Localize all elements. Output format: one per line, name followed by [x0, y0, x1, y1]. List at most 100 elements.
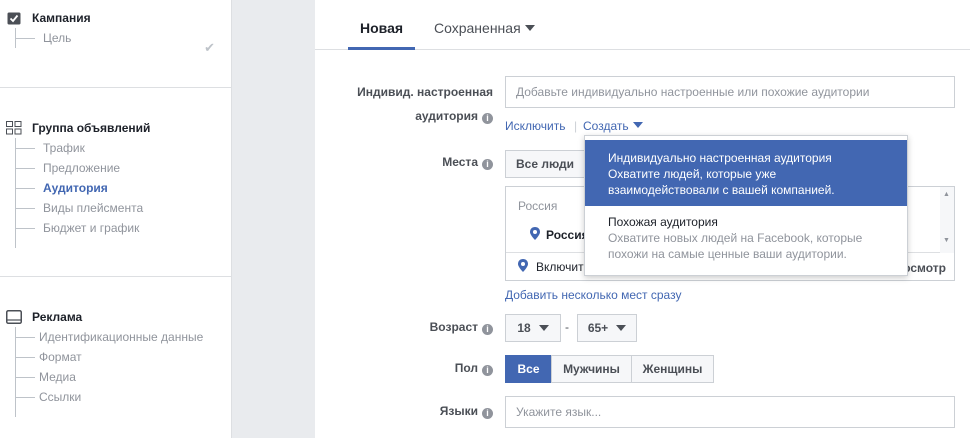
add-many-places-link[interactable]: Добавить несколько мест сразу — [505, 288, 681, 302]
browse-button[interactable]: осмотр — [903, 261, 946, 275]
places-label: Места i — [442, 155, 493, 170]
section-adset[interactable]: Группа объявлений — [6, 120, 150, 136]
places-list-header: Россия — [518, 199, 558, 213]
select-value: 18 — [517, 321, 531, 335]
gender-men-button[interactable]: Мужчины — [551, 355, 632, 383]
sidebar-item-offer[interactable]: Предложение — [16, 158, 143, 178]
menu-item-title: Похожая аудитория — [608, 215, 718, 229]
exclude-link[interactable]: Исключить — [505, 119, 565, 133]
check-icon: ✔ — [204, 40, 215, 55]
tab-saved[interactable]: Сохраненная — [434, 20, 535, 50]
menu-item-desc: взаимодействовали с вашей компанией. — [608, 183, 835, 197]
menu-item-desc: Охватите людей, которые уже — [608, 167, 777, 181]
caret-down-icon — [524, 25, 535, 31]
adset-tree: Трафик Предложение Аудитория Виды плейсм… — [15, 138, 143, 248]
divider — [0, 87, 231, 88]
custom-audience-input[interactable]: Добавьте индивидуально настроенные или п… — [505, 76, 955, 108]
button-label: Все — [517, 362, 540, 376]
sidebar-item-budget[interactable]: Бюджет и график — [16, 218, 143, 238]
label-text: Языки — [439, 404, 478, 418]
sidebar-item-label: Виды плейсмента — [43, 201, 144, 215]
label-line: Индивид. настроенная — [357, 85, 493, 99]
section-campaign[interactable]: Кампания — [6, 10, 91, 26]
divider — [0, 276, 231, 277]
tab-new[interactable]: Новая — [348, 20, 416, 50]
button-label: Женщины — [642, 362, 703, 376]
sidebar-item-format[interactable]: Формат — [16, 347, 203, 367]
caret-down-icon — [632, 122, 643, 128]
label-text: Возраст — [429, 320, 478, 334]
menu-item-desc: похожи на самые ценные ваши аудитории. — [608, 247, 847, 261]
menu-item-custom-audience[interactable]: Индивидуально настроенная аудитория Охва… — [585, 140, 907, 206]
sidebar-item-placements[interactable]: Виды плейсмента — [16, 198, 143, 218]
sidebar-item-label: Бюджет и график — [43, 221, 140, 235]
button-label: Все люди — [516, 157, 575, 171]
sidebar-item-label: Ссылки — [39, 390, 82, 404]
info-icon[interactable]: i — [482, 365, 493, 376]
age-dash: - — [565, 320, 569, 334]
tab-bar: Новая Сохраненная — [315, 0, 970, 50]
sidebar-item-label: Цель — [43, 31, 72, 45]
section-title: Кампания — [32, 11, 91, 25]
gender-label: Пол i — [455, 361, 493, 376]
select-value: 65+ — [587, 321, 609, 335]
sidebar-item-links[interactable]: Ссылки — [16, 387, 203, 407]
menu-item-title: Индивидуально настроенная аудитория — [608, 151, 832, 165]
sidebar-item-traffic[interactable]: Трафик — [16, 138, 143, 158]
section-ad[interactable]: Реклама — [6, 309, 82, 325]
custom-audience-label: Индивид. настроенная аудитория i — [323, 80, 493, 128]
create-link[interactable]: Создать — [583, 119, 643, 133]
info-icon[interactable]: i — [482, 324, 493, 335]
sidebar-item-identity[interactable]: Идентификационные данные — [16, 327, 203, 347]
sidebar-item-goal[interactable]: Цель — [16, 28, 226, 48]
sidebar-item-label: Медиа — [39, 370, 76, 384]
languages-input[interactable]: Укажите язык... — [505, 396, 955, 428]
input-placeholder: Добавьте индивидуально настроенные или п… — [516, 85, 870, 99]
languages-label: Языки i — [440, 404, 493, 419]
places-list-item[interactable]: Россия — [546, 228, 589, 242]
gender-all-button[interactable]: Все — [505, 355, 552, 383]
sidebar-item-label: Аудитория — [43, 181, 108, 195]
ad-tree: Идентификационные данные Формат Медиа Сс… — [15, 327, 203, 417]
section-title: Группа объявлений — [32, 121, 151, 135]
sidebar-item-label: Трафик — [43, 141, 85, 155]
label-text: Пол — [454, 361, 478, 375]
label-text: Места — [442, 155, 478, 169]
places-audience-button[interactable]: Все люди — [505, 150, 585, 178]
age-label: Возраст i — [430, 320, 493, 335]
info-icon[interactable]: i — [482, 159, 493, 170]
pin-icon — [518, 259, 528, 275]
scroll-up-icon[interactable]: ▲ — [943, 191, 950, 198]
sidebar-item-media[interactable]: Медиа — [16, 367, 203, 387]
menu-item-lookalike-audience[interactable]: Похожая аудитория Охватите новых людей н… — [585, 208, 907, 268]
include-dropdown[interactable]: Включит — [536, 260, 584, 274]
checkbox-icon — [6, 10, 22, 26]
input-placeholder: Укажите язык... — [516, 405, 602, 419]
create-label: Создать — [583, 119, 629, 133]
tab-label: Новая — [360, 20, 404, 36]
scroll-down-icon[interactable]: ▼ — [943, 237, 950, 244]
sidebar: Кампания Цель ✔ Группа объявлений Трафик… — [0, 0, 232, 438]
pin-icon — [530, 227, 540, 243]
tab-label: Сохраненная — [434, 20, 521, 36]
campaign-tree: Цель — [15, 28, 226, 48]
menu-item-desc: Охватите новых людей на Facebook, которы… — [608, 231, 863, 245]
button-label: Мужчины — [563, 362, 620, 376]
info-icon[interactable]: i — [482, 113, 493, 124]
gender-women-button[interactable]: Женщины — [631, 355, 714, 383]
age-to-select[interactable]: 65+ — [577, 314, 637, 342]
sidebar-item-label: Предложение — [43, 161, 121, 175]
create-audience-dropdown: Индивидуально настроенная аудитория Охва… — [584, 135, 908, 276]
sidebar-item-label: Идентификационные данные — [39, 330, 204, 344]
age-from-select[interactable]: 18 — [505, 314, 561, 342]
caret-down-icon — [616, 325, 627, 331]
grid-icon — [6, 120, 22, 136]
caret-down-icon — [538, 325, 549, 331]
sidebar-item-audience[interactable]: Аудитория — [16, 178, 143, 198]
info-icon[interactable]: i — [482, 408, 493, 419]
scrollbar[interactable]: ▲ ▼ — [940, 187, 954, 253]
section-title: Реклама — [32, 310, 83, 324]
monitor-icon — [6, 309, 22, 325]
label-line: аудитория — [415, 109, 478, 123]
separator: | — [574, 119, 578, 133]
